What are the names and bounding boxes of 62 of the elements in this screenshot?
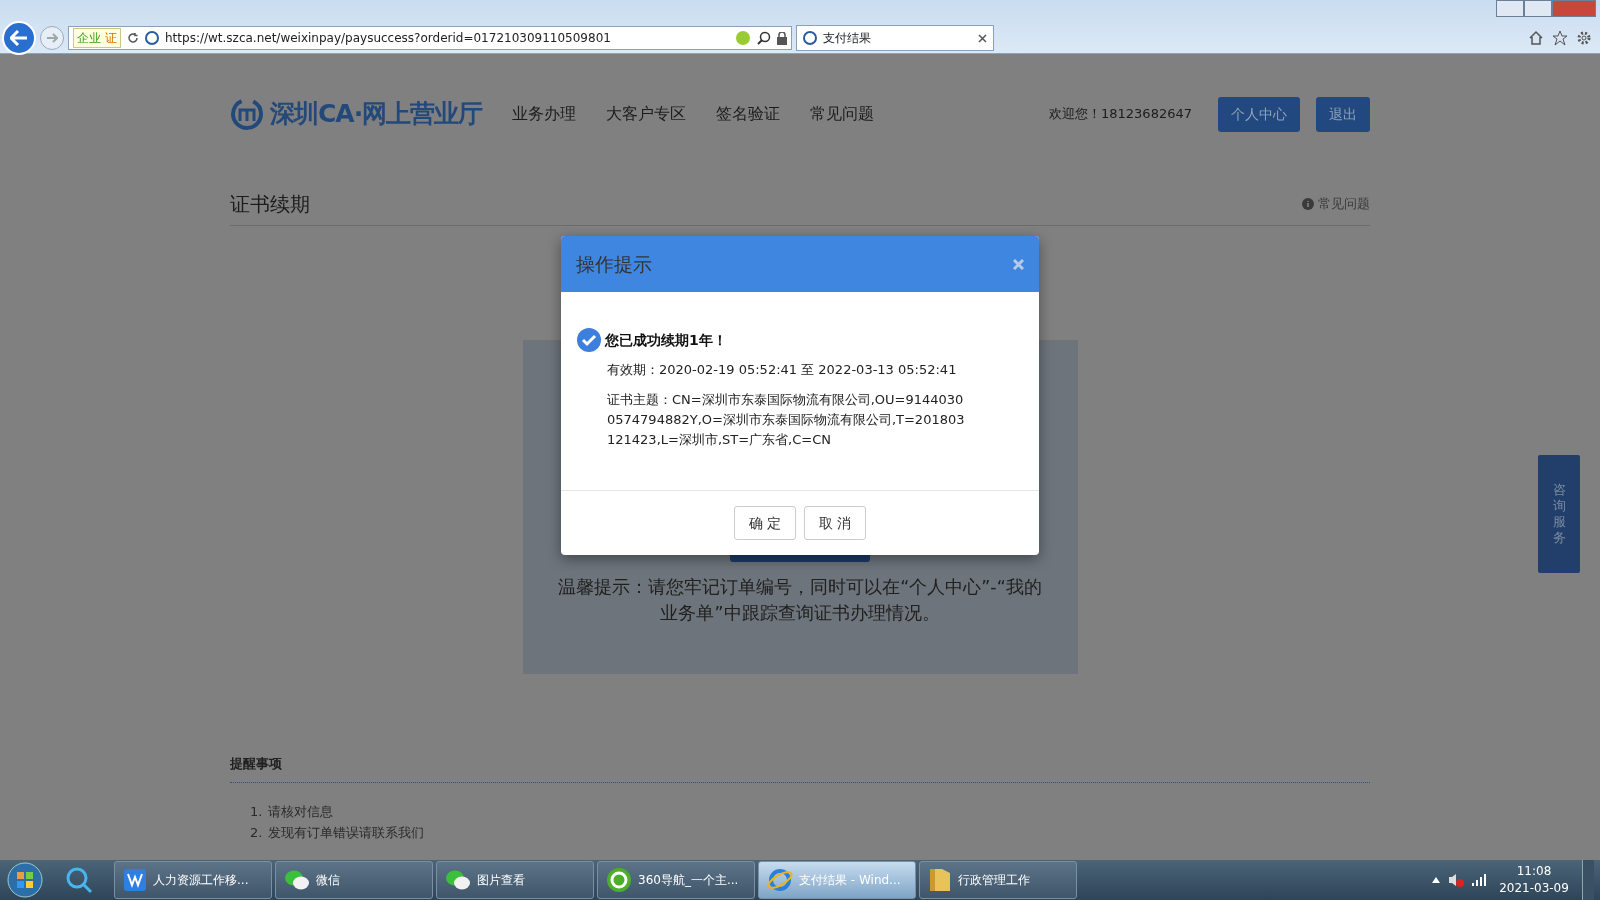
taskbar-button[interactable]: 360导航_一个主...: [597, 861, 755, 899]
welcome-text: 欢迎您！18123682647: [1049, 105, 1192, 124]
document-icon: [123, 868, 147, 892]
globe-icon: [606, 867, 632, 893]
start-button[interactable]: [6, 861, 44, 899]
help-link[interactable]: 常见问题: [1318, 194, 1370, 214]
reminder-item: 发现有订单错误请联系我们: [268, 823, 425, 842]
taskbar-button[interactable]: 人力资源工作移...: [114, 861, 272, 899]
folder-icon: [928, 867, 952, 893]
info-icon: [1302, 198, 1314, 210]
taskbar-button[interactable]: 微信: [275, 861, 433, 899]
consult-service-tab[interactable]: 咨询服务: [1538, 455, 1580, 573]
check-icon: [577, 328, 601, 352]
lock-icon[interactable]: [777, 31, 787, 45]
chat-icon: [284, 869, 310, 891]
section-heading: 提醒事项: [230, 754, 1370, 783]
address-bar[interactable]: 企业 证 https://wt.szca.net/weixinpay/paysuccess?orderid=017210309110509801: [68, 26, 792, 50]
tray-arrow-icon[interactable]: [1432, 877, 1440, 883]
success-message: 您已成功续期1年！: [605, 330, 727, 350]
minimize-button[interactable]: [1496, 0, 1524, 17]
browser-tab[interactable]: 支付结果: [796, 25, 994, 51]
header-button[interactable]: 退出: [1316, 96, 1370, 132]
url-text: https://wt.szca.net/weixinpay/paysuccess?orderid=017210309110509801: [165, 30, 611, 47]
settings-icon[interactable]: [1576, 30, 1592, 46]
refresh-icon[interactable]: [127, 32, 139, 44]
logo-text[interactable]: 深圳CA·网上营业厅: [270, 95, 483, 133]
header-button[interactable]: 个人中心: [1218, 96, 1300, 132]
restore-button[interactable]: [1524, 0, 1552, 17]
reminder-item: 请核对信息: [268, 802, 334, 821]
signal-icon[interactable]: [1472, 874, 1486, 886]
taskbar-button[interactable]: 图片查看: [436, 861, 594, 899]
site-icon: [145, 31, 159, 45]
site-icon: [803, 31, 817, 45]
cancel-button[interactable]: 取 消: [804, 506, 866, 540]
volume-muted-icon[interactable]: [1448, 873, 1464, 887]
page-title: 证书续期: [230, 192, 310, 216]
dialog-title: 操作提示: [576, 252, 652, 276]
nav-link[interactable]: 常见问题: [810, 102, 875, 126]
clock[interactable]: 11:08 2021-03-09: [1494, 863, 1574, 897]
search-icon[interactable]: [757, 31, 771, 45]
arrow-right-icon: [46, 33, 58, 43]
nav-link[interactable]: 业务办理: [512, 102, 577, 126]
arrow-left-icon: [10, 30, 28, 46]
address-badge[interactable]: 证: [105, 29, 117, 47]
nav-link[interactable]: 大客户专区: [606, 102, 687, 126]
chat-icon: [445, 869, 471, 891]
logo-icon: [230, 97, 264, 131]
globe-icon: [767, 867, 793, 893]
close-icon[interactable]: [978, 33, 987, 43]
nav-link[interactable]: 签名验证: [716, 102, 781, 126]
subject-text: 证书主题：CN=深圳市东泰国际物流有限公司,OU=91440300574794882Y,O=深圳市东泰国际物流有限公司,T=201803121423,L=深圳市,ST=广东省,C=CN: [606, 391, 966, 449]
back-button[interactable]: [2, 21, 36, 55]
list-number: 1.: [250, 802, 263, 821]
validity-text: 有效期：2020-02-19 05:52:41 至 2022-03-13 05:52:41: [606, 361, 958, 379]
confirm-button[interactable]: 确 定: [734, 506, 796, 540]
address-badge[interactable]: 企业: [77, 29, 101, 47]
star-icon[interactable]: [1552, 30, 1568, 46]
home-icon[interactable]: [1528, 30, 1544, 46]
show-desktop-button[interactable]: [1582, 860, 1594, 900]
tip-text: 温馨提示：请您牢记订单编号，同时可以在“个人中心”-“我的业务单”中跟踪查询证书办理情况。: [557, 576, 1043, 625]
taskbar-button[interactable]: 行政管理工作: [919, 861, 1077, 899]
list-number: 2.: [250, 823, 263, 842]
